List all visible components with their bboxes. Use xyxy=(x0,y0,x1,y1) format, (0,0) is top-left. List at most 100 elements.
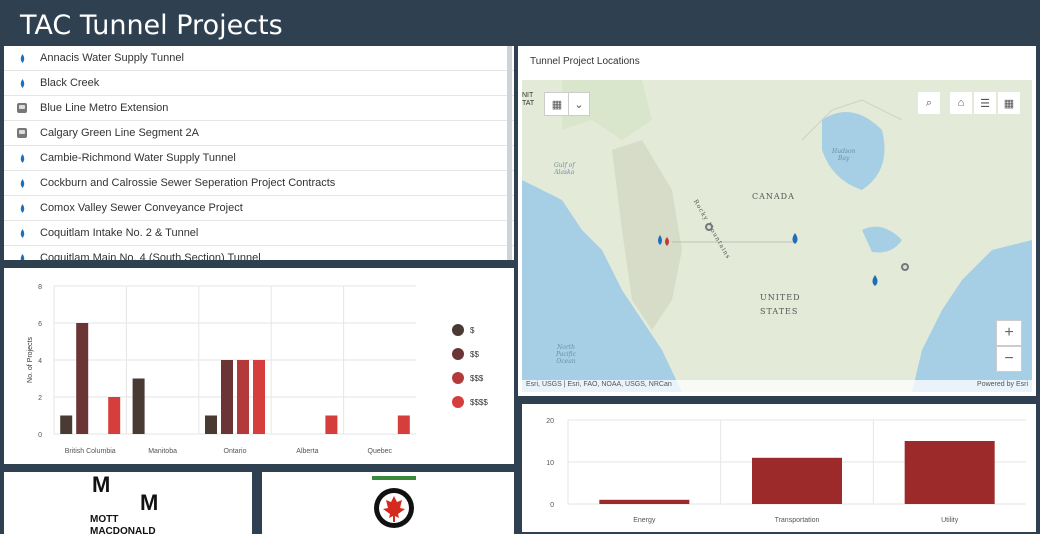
basemap-gallery-button[interactable]: ▦ xyxy=(544,92,570,116)
list-item[interactable]: Coquitlam Main No. 4 (South Section) Tun… xyxy=(4,246,514,260)
bar xyxy=(752,457,842,504)
list-icon[interactable]: ☰ xyxy=(974,92,996,114)
map-marker-cluster-bc[interactable] xyxy=(656,234,676,248)
map-label-united: UNITED xyxy=(760,293,801,302)
x-tick-label: Manitoba xyxy=(148,448,177,455)
tac-canada-logo xyxy=(262,472,514,534)
zoom-out-button[interactable]: − xyxy=(996,346,1022,372)
logo-mott: MOTT xyxy=(90,514,119,525)
water-drop-icon xyxy=(4,228,40,238)
x-tick-label: Ontario xyxy=(224,448,247,455)
bar xyxy=(221,360,233,434)
list-item[interactable]: Cambie-Richmond Water Supply Tunnel xyxy=(4,146,514,171)
water-drop-icon xyxy=(4,253,40,260)
logo-m2: M xyxy=(140,490,159,515)
x-tick-label: Transportation xyxy=(775,517,820,524)
bar xyxy=(108,397,121,434)
x-tick-label: Utility xyxy=(941,517,959,524)
bar xyxy=(132,378,145,434)
list-item[interactable]: Comox Valley Sewer Conveyance Project xyxy=(4,196,514,221)
attribution-text: Esri, USGS | Esri, FAO, NOAA, USGS, NRCa… xyxy=(526,381,672,388)
list-item[interactable]: Annacis Water Supply Tunnel xyxy=(4,46,514,71)
map-label-ocean: North Pacific Ocean xyxy=(556,344,576,365)
map-label-gulf: Gulf of Alaska xyxy=(554,162,575,176)
projects-by-province-chart: 0 2 4 6 8 British Columbia Manitoba Ontario Albe… xyxy=(4,268,514,464)
bar xyxy=(205,415,217,434)
metro-icon xyxy=(4,103,40,113)
list-item-label: Comox Valley Sewer Conveyance Project xyxy=(40,202,243,214)
map-marker-manitoba[interactable] xyxy=(790,232,800,246)
list-item-label: Coquitlam Main No. 4 (South Section) Tun… xyxy=(40,252,261,260)
page-title: TAC Tunnel Projects xyxy=(20,10,283,41)
grid-icon[interactable]: ▦ xyxy=(998,92,1020,114)
maple-leaf-icon xyxy=(372,476,416,528)
projects-by-sector-chart: 0 10 20 Energy Transportation Utility xyxy=(522,404,1036,532)
legend-label: $$ xyxy=(470,350,479,359)
list-item-label: Cockburn and Calrossie Sewer Seperation … xyxy=(40,177,336,189)
legend-label: $$$$ xyxy=(470,398,488,407)
y-tick-label: 2 xyxy=(38,395,42,402)
bar xyxy=(237,360,249,434)
province-chart-svg: 0 2 4 6 8 British Columbia Manitoba Ontario Albe… xyxy=(27,284,488,455)
list-item-label: Calgary Green Line Segment 2A xyxy=(40,127,199,139)
list-scrollbar[interactable] xyxy=(507,46,512,260)
map-view[interactable]: ▦ ⌄ NIT TAT ⌕ ⌂ ☰ ▦ CANADA UNITED STATES… xyxy=(522,80,1032,392)
water-drop-icon xyxy=(4,53,40,63)
chevron-down-icon[interactable]: ⌄ xyxy=(568,92,590,116)
app-header: TAC Tunnel Projects xyxy=(4,4,1036,44)
list-item-label: Black Creek xyxy=(40,77,100,89)
sector-chart-svg: 0 10 20 Energy Transportation Utility xyxy=(546,418,1026,524)
map-marker-ontario[interactable] xyxy=(870,274,880,288)
bar xyxy=(325,415,338,434)
list-item-label: Annacis Water Supply Tunnel xyxy=(40,52,184,64)
x-tick-label: Alberta xyxy=(296,448,318,455)
list-item-label: Coquitlam Intake No. 2 & Tunnel xyxy=(40,227,199,239)
mott-macdonald-logo: M M MOTT MACDONALD xyxy=(4,472,252,534)
map-basemap xyxy=(522,80,1032,392)
legend-label: $$$ xyxy=(470,374,484,383)
map-attribution: Esri, USGS | Esri, FAO, NOAA, USGS, NRCa… xyxy=(522,380,1032,392)
zoom-in-button[interactable]: + xyxy=(996,320,1022,346)
app-frame: TAC Tunnel Projects Annacis Water Supply… xyxy=(0,0,1040,534)
list-item[interactable]: Cockburn and Calrossie Sewer Seperation … xyxy=(4,171,514,196)
map-marker-metro[interactable] xyxy=(704,222,714,232)
y-tick-label: 20 xyxy=(546,418,554,425)
bar xyxy=(599,499,690,504)
bar xyxy=(904,441,995,504)
y-tick-label: 0 xyxy=(38,432,42,439)
legend-swatch xyxy=(452,324,464,336)
list-item[interactable]: Coquitlam Intake No. 2 & Tunnel xyxy=(4,221,514,246)
logo-macdonald: MACDONALD xyxy=(90,526,156,534)
map-marker-quebec[interactable] xyxy=(900,262,910,272)
list-item[interactable]: Calgary Green Line Segment 2A xyxy=(4,121,514,146)
list-item-label: Blue Line Metro Extension xyxy=(40,102,169,114)
y-tick-label: 8 xyxy=(38,284,42,291)
map-title: Tunnel Project Locations xyxy=(530,56,640,67)
powered-by-esri[interactable]: Powered by Esri xyxy=(977,381,1028,388)
water-drop-icon xyxy=(4,203,40,213)
map-label-hudson: Hudson Bay xyxy=(832,148,856,162)
list-item-label: Cambie-Richmond Water Supply Tunnel xyxy=(40,152,236,164)
home-icon[interactable]: ⌂ xyxy=(950,92,972,114)
bar xyxy=(60,415,73,434)
project-list-panel: Annacis Water Supply Tunnel Black Creek Bl… xyxy=(4,46,514,260)
y-tick-label: 10 xyxy=(546,460,554,467)
map-panel: Tunnel Project Locations ▦ ⌄ NIT TAT ⌕ ⌂… xyxy=(518,46,1036,396)
water-drop-icon xyxy=(4,178,40,188)
legend-swatch xyxy=(452,348,464,360)
bar xyxy=(76,323,89,434)
legend-swatch xyxy=(452,372,464,384)
water-drop-icon xyxy=(4,78,40,88)
y-axis-label: No. of Projects xyxy=(27,337,34,383)
legend-swatch xyxy=(452,396,464,408)
list-item[interactable]: Blue Line Metro Extension xyxy=(4,96,514,121)
bar xyxy=(397,415,410,434)
y-tick-label: 6 xyxy=(38,321,42,328)
logo-m1: M xyxy=(92,472,111,497)
x-tick-label: British Columbia xyxy=(65,448,116,455)
bar xyxy=(253,360,265,434)
legend-label: $ xyxy=(470,326,475,335)
search-icon[interactable]: ⌕ xyxy=(918,92,940,114)
list-item[interactable]: Black Creek xyxy=(4,71,514,96)
x-tick-label: Energy xyxy=(633,517,656,524)
